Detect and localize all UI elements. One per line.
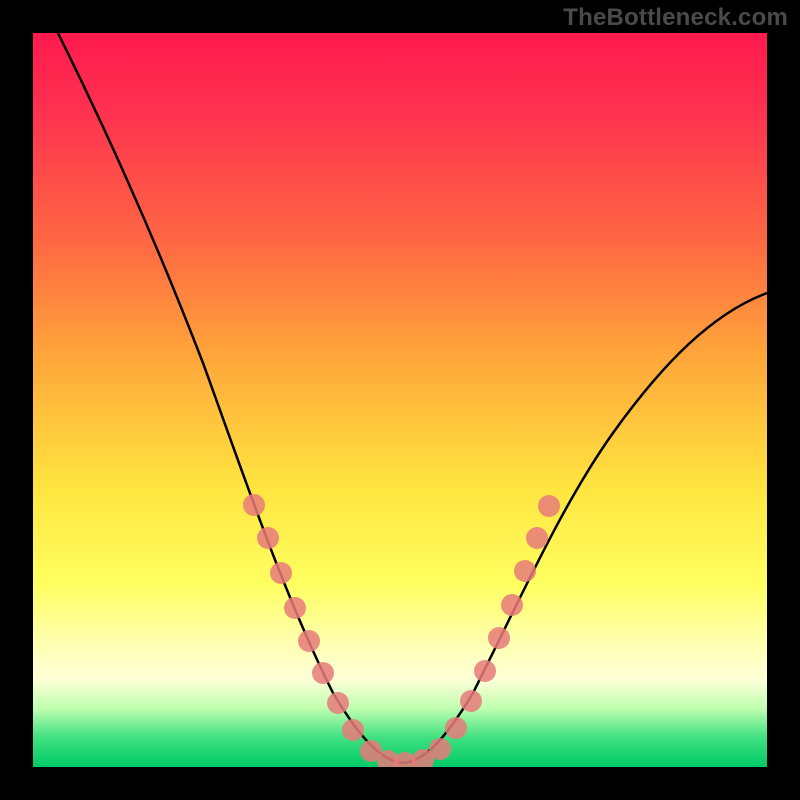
marker <box>445 717 467 739</box>
marker <box>327 692 349 714</box>
watermark-text: TheBottleneck.com <box>563 4 788 32</box>
chart-frame: TheBottleneck.com <box>0 0 800 800</box>
marker <box>488 627 510 649</box>
curve-path <box>53 33 767 763</box>
plot-area <box>33 33 767 767</box>
marker <box>501 594 523 616</box>
marker <box>474 660 496 682</box>
marker <box>538 495 560 517</box>
marker <box>243 494 265 516</box>
marker-group <box>243 494 560 767</box>
marker <box>342 719 364 741</box>
marker <box>298 630 320 652</box>
marker <box>257 527 279 549</box>
marker <box>526 527 548 549</box>
marker <box>312 662 334 684</box>
marker <box>270 562 292 584</box>
marker <box>514 560 536 582</box>
bottleneck-curve <box>33 33 767 767</box>
marker <box>284 597 306 619</box>
marker <box>460 690 482 712</box>
marker <box>429 738 451 760</box>
